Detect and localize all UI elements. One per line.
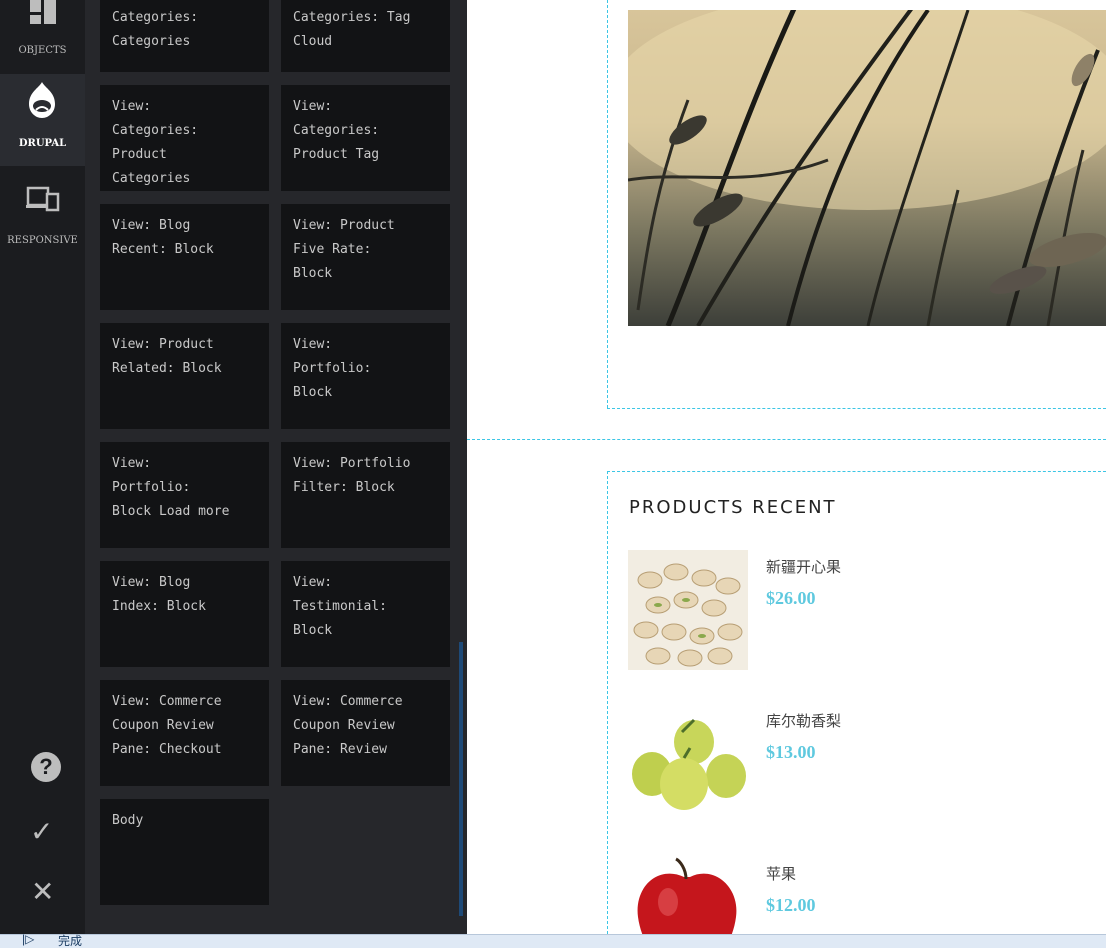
guide-line (607, 408, 1106, 409)
panel-scrollbar[interactable] (459, 642, 463, 916)
rail-item-responsive[interactable]: RESPONSIVE (0, 180, 85, 260)
left-rail: OBJECTS DRUPAL RESPONSIVE ? ✓ ✕ (0, 0, 85, 934)
block-tile[interactable]: Categories: Categories (100, 0, 269, 72)
block-tile[interactable]: View: Portfolio Filter: Block (281, 442, 450, 548)
drupal-icon (29, 82, 55, 118)
rail-label-objects: OBJECTS (18, 45, 67, 56)
responsive-icon (26, 186, 60, 212)
block-tile[interactable]: View: Portfolio: Block (281, 323, 450, 429)
block-tile[interactable]: Categories: Tag Cloud (281, 0, 450, 72)
rail-label-responsive: RESPONSIVE (7, 235, 78, 246)
status-bar: |▷ 完成 (0, 932, 1106, 948)
product-price: $26.00 (766, 588, 816, 608)
block-tile[interactable]: View: Commerce Coupon Review Pane: Revie… (281, 680, 450, 786)
block-tile[interactable]: View: Blog Recent: Block (100, 204, 269, 310)
product-price: $12.00 (766, 895, 816, 915)
confirm-button[interactable]: ✓ (0, 815, 85, 855)
page-icon: |▷ (22, 932, 35, 946)
hero-image (628, 10, 1106, 326)
objects-icon (30, 0, 56, 24)
product-item[interactable]: 苹果 $12.00 (628, 857, 1098, 934)
product-item[interactable]: 库尔勒香梨 $13.00 (628, 704, 1098, 824)
product-image (628, 857, 748, 934)
block-tile[interactable]: View: Portfolio: Block Load more (100, 442, 269, 548)
guide-line (607, 0, 608, 408)
cancel-button[interactable]: ✕ (0, 875, 85, 915)
block-tile[interactable]: View: Commerce Coupon Review Pane: Check… (100, 680, 269, 786)
product-image (628, 704, 748, 824)
product-name[interactable]: 新疆开心果 (766, 556, 841, 577)
guide-line (607, 471, 1106, 472)
product-price: $13.00 (766, 742, 816, 762)
product-name[interactable]: 库尔勒香梨 (766, 710, 841, 731)
block-tile[interactable]: View: Testimonial: Block (281, 561, 450, 667)
guide-line (467, 439, 1106, 440)
block-tile[interactable]: View: Categories: Product Categories (100, 85, 269, 191)
rail-item-objects[interactable]: OBJECTS (0, 0, 85, 74)
rail-label-drupal: DRUPAL (18, 138, 67, 149)
block-tile[interactable]: View: Product Five Rate: Block (281, 204, 450, 310)
product-item[interactable]: 新疆开心果 $26.00 (628, 550, 1098, 670)
help-icon: ? (31, 752, 61, 782)
rail-item-drupal[interactable]: DRUPAL (0, 74, 85, 166)
guide-line (607, 471, 608, 934)
product-image (628, 550, 748, 670)
help-button[interactable]: ? (0, 752, 85, 792)
product-name[interactable]: 苹果 (766, 863, 796, 884)
block-tile[interactable]: View: Categories: Product Tag (281, 85, 450, 191)
check-icon: ✓ (30, 815, 54, 848)
block-tile[interactable]: View: Blog Index: Block (100, 561, 269, 667)
status-text: 完成 (58, 934, 83, 948)
block-tile[interactable]: View: Product Related: Block (100, 323, 269, 429)
blocks-panel: Categories: Categories Categories: Tag C… (85, 0, 467, 934)
close-icon: ✕ (31, 875, 55, 908)
section-title: PRODUCTS RECENT (629, 497, 837, 518)
preview-canvas: PRODUCTS RECENT 新疆开心果 $26.00 库尔勒香梨 $13.0… (467, 0, 1106, 934)
block-tile[interactable]: Body (100, 799, 269, 905)
